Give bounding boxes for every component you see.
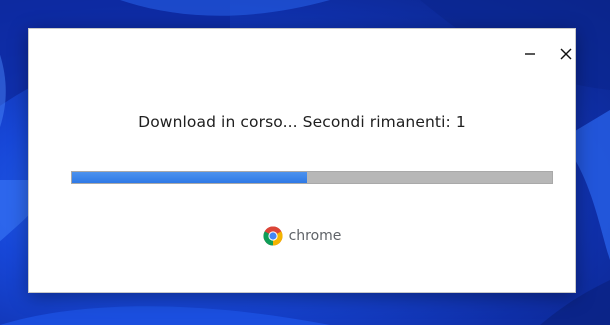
download-status-text: Download in corso... Secondi rimanenti: …	[138, 113, 466, 131]
chrome-brand-label: chrome	[288, 228, 342, 244]
download-progress-fill	[72, 172, 308, 183]
chrome-brand: chrome	[29, 226, 575, 246]
download-dialog: Download in corso... Secondi rimanenti: …	[28, 28, 576, 293]
close-icon	[560, 48, 572, 60]
minimize-button[interactable]	[515, 39, 545, 69]
close-button[interactable]	[551, 39, 581, 69]
download-progress-bar	[71, 171, 553, 184]
chrome-logo-icon	[263, 226, 283, 246]
minimize-icon	[525, 53, 535, 55]
